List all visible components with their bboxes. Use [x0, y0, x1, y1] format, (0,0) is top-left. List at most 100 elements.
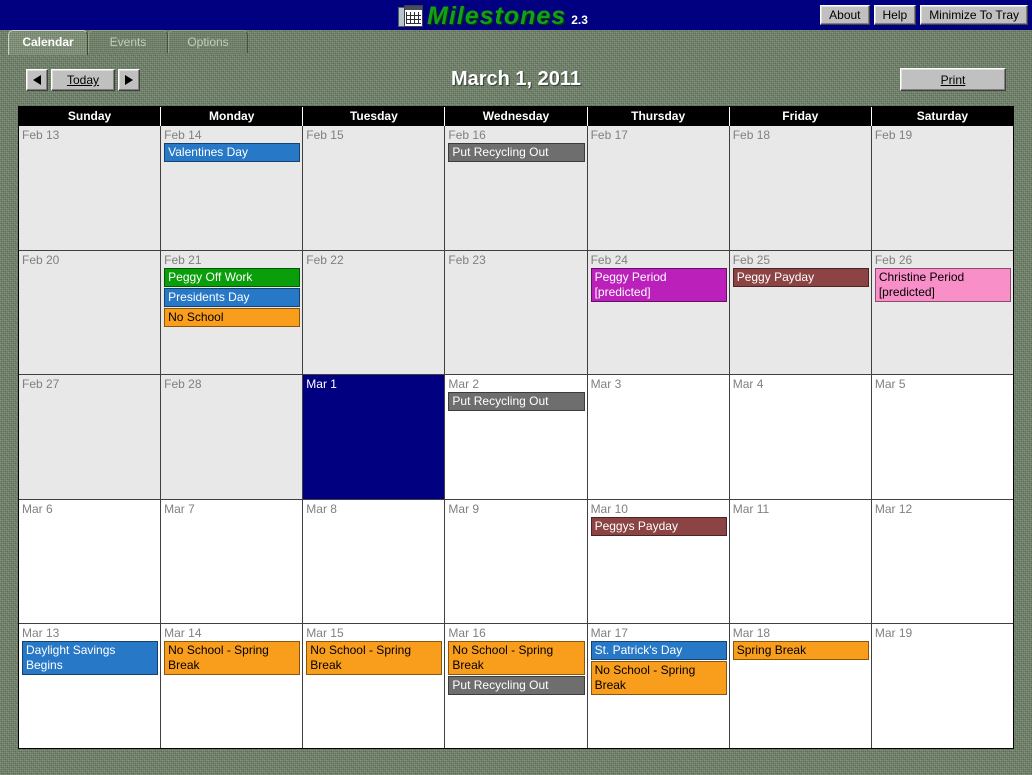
- day-number: Feb 20: [22, 252, 60, 267]
- calendar-weeks: Feb 13 Feb 14 Valentines Day Feb 15 Feb 16 Pu…: [19, 126, 1013, 748]
- app-title: Milestones: [427, 2, 567, 30]
- calendar-event[interactable]: No School - Spring Break: [164, 641, 301, 676]
- day-cell[interactable]: Feb 26 Christine Period [predicted]: [871, 250, 1013, 375]
- calendar-event[interactable]: Peggy Period [predicted]: [590, 267, 727, 302]
- day-number: Mar 10: [590, 501, 628, 516]
- page-title: March 1, 2011: [450, 68, 582, 90]
- calendar-event[interactable]: Presidents Day: [164, 287, 301, 307]
- day-number: Mar 12: [874, 501, 913, 516]
- day-cell[interactable]: Feb 16 Put Recycling Out: [445, 126, 588, 250]
- tab-calendar[interactable]: Calendar: [8, 30, 88, 55]
- calendar-event[interactable]: Put Recycling Out: [448, 676, 585, 696]
- day-cell[interactable]: Mar 1: [303, 375, 446, 499]
- day-number: Mar 15: [306, 626, 344, 641]
- day-number: Mar 5: [874, 377, 906, 392]
- day-cell[interactable]: Mar 12: [871, 499, 1013, 624]
- day-cell[interactable]: Mar 13 Daylight Savings Begins: [19, 624, 162, 748]
- day-header-sunday: Sunday: [19, 107, 162, 126]
- day-number: Mar 8: [306, 501, 337, 516]
- day-number: Feb 24: [590, 252, 628, 267]
- day-cell[interactable]: Feb 27: [19, 375, 162, 499]
- calendar-event[interactable]: Daylight Savings Begins: [22, 641, 159, 676]
- day-header-monday: Monday: [161, 107, 304, 126]
- day-cell[interactable]: Feb 23: [445, 250, 588, 375]
- day-cell[interactable]: Mar 8: [303, 499, 446, 624]
- calendar-event[interactable]: No School: [164, 307, 301, 327]
- print-button[interactable]: Print: [900, 68, 1006, 91]
- calendar-event[interactable]: Spring Break: [732, 641, 869, 661]
- week-row: Feb 13 Feb 14 Valentines Day Feb 15 Feb 16 Pu…: [19, 126, 1013, 251]
- day-cell[interactable]: Feb 15: [303, 126, 446, 250]
- minimize-to-tray-button[interactable]: Minimize To Tray: [920, 5, 1028, 25]
- day-number: Feb 28: [164, 377, 202, 392]
- day-header-friday: Friday: [730, 107, 872, 126]
- day-number: Feb 17: [590, 128, 628, 142]
- day-cell[interactable]: Mar 10 Peggys Payday: [587, 499, 730, 624]
- day-cell[interactable]: Mar 17 St. Patrick's Day No School - Sprin…: [587, 624, 730, 748]
- day-cell[interactable]: Mar 9: [445, 499, 588, 624]
- day-number: Mar 16: [448, 626, 486, 641]
- day-cell[interactable]: Feb 17: [587, 126, 730, 250]
- day-cell[interactable]: Mar 5: [871, 375, 1013, 499]
- help-button[interactable]: Help: [873, 5, 917, 25]
- day-cell[interactable]: Feb 22: [303, 250, 446, 375]
- day-header-tuesday: Tuesday: [303, 107, 446, 126]
- day-cell[interactable]: Mar 18 Spring Break: [729, 624, 872, 748]
- calendar-event[interactable]: Christine Period [predicted]: [874, 267, 1011, 302]
- calendar-event[interactable]: Peggys Payday: [590, 516, 727, 536]
- day-cell[interactable]: Feb 18: [729, 126, 872, 250]
- day-of-week-header: Sunday Monday Tuesday Wednesday Thursday Frid…: [19, 107, 1013, 126]
- day-cell[interactable]: Feb 20: [19, 250, 162, 375]
- calendar-event[interactable]: Peggy Off Work: [164, 267, 301, 287]
- day-cell[interactable]: Mar 2 Put Recycling Out: [445, 375, 588, 499]
- tab-options[interactable]: Options: [168, 30, 248, 53]
- day-number: Mar 9: [448, 501, 480, 516]
- day-header-saturday: Saturday: [916, 109, 969, 123]
- tab-strip: Calendar Events Options: [0, 30, 1032, 55]
- day-cell[interactable]: Mar 16 No School - Spring Break Put Recycl…: [445, 624, 588, 748]
- day-header-wednesday: Wednesday: [445, 107, 588, 126]
- day-number: Feb 13: [22, 128, 60, 142]
- app-logo: Milestones 2.3: [398, 3, 588, 29]
- calendar-event[interactable]: Put Recycling Out: [448, 143, 585, 162]
- day-number: Mar 19: [874, 626, 913, 641]
- day-cell[interactable]: Mar 15 No School - Spring Break: [303, 624, 446, 748]
- calendar-event[interactable]: No School - Spring Break: [306, 641, 443, 676]
- day-number: Mar 3: [590, 377, 622, 392]
- day-number: Feb 23: [448, 252, 486, 267]
- title-bar-buttons: About Help Minimize To Tray: [820, 5, 1028, 25]
- day-number: Mar 7: [164, 501, 195, 516]
- day-number: Feb 27: [22, 377, 60, 392]
- day-cell[interactable]: Feb 24 Peggy Period [predicted]: [587, 250, 730, 375]
- day-cell[interactable]: Mar 19: [871, 624, 1013, 748]
- day-cell[interactable]: Mar 6: [19, 499, 162, 624]
- day-cell[interactable]: Feb 19: [871, 126, 1013, 250]
- calendar-event[interactable]: Valentines Day: [164, 143, 301, 162]
- calendar-event[interactable]: Put Recycling Out: [448, 392, 585, 412]
- week-row: Feb 27 Feb 28 Mar 1 Mar 2 Put Recycling Out M…: [19, 375, 1013, 500]
- day-number: Mar 4: [732, 377, 764, 392]
- day-cell[interactable]: Feb 14 Valentines Day: [161, 126, 304, 250]
- day-number: Mar 18: [732, 626, 771, 641]
- tab-events[interactable]: Events: [88, 30, 168, 53]
- day-cell[interactable]: Feb 13: [19, 126, 162, 250]
- day-cell[interactable]: Mar 7: [161, 499, 304, 624]
- day-cell[interactable]: Mar 11: [729, 499, 872, 624]
- day-cell[interactable]: Feb 25 Peggy Payday: [729, 250, 872, 375]
- day-cell[interactable]: Feb 28: [161, 375, 304, 499]
- day-cell[interactable]: Mar 3: [587, 375, 730, 499]
- calendar-event[interactable]: No School - Spring Break: [590, 661, 727, 696]
- calendar-event[interactable]: Peggy Payday: [732, 267, 869, 287]
- day-cell[interactable]: Mar 4: [729, 375, 872, 499]
- about-button[interactable]: About: [820, 5, 870, 25]
- day-number: Feb 14: [164, 128, 202, 142]
- day-cell[interactable]: Feb 21 Peggy Off Work Presidents Day No Sch…: [161, 250, 304, 375]
- day-cell[interactable]: Mar 14 No School - Spring Break: [161, 624, 304, 748]
- calendar-icon: [398, 5, 423, 27]
- application-window: Milestones 2.3 About Help Minimize To Tr…: [0, 0, 1032, 775]
- calendar-event[interactable]: No School - Spring Break: [448, 641, 585, 676]
- calendar-event[interactable]: St. Patrick's Day: [590, 641, 727, 661]
- day-number: Mar 13: [22, 626, 60, 641]
- day-number: Feb 21: [164, 252, 202, 267]
- day-header-thursday: Thursday: [588, 107, 730, 126]
